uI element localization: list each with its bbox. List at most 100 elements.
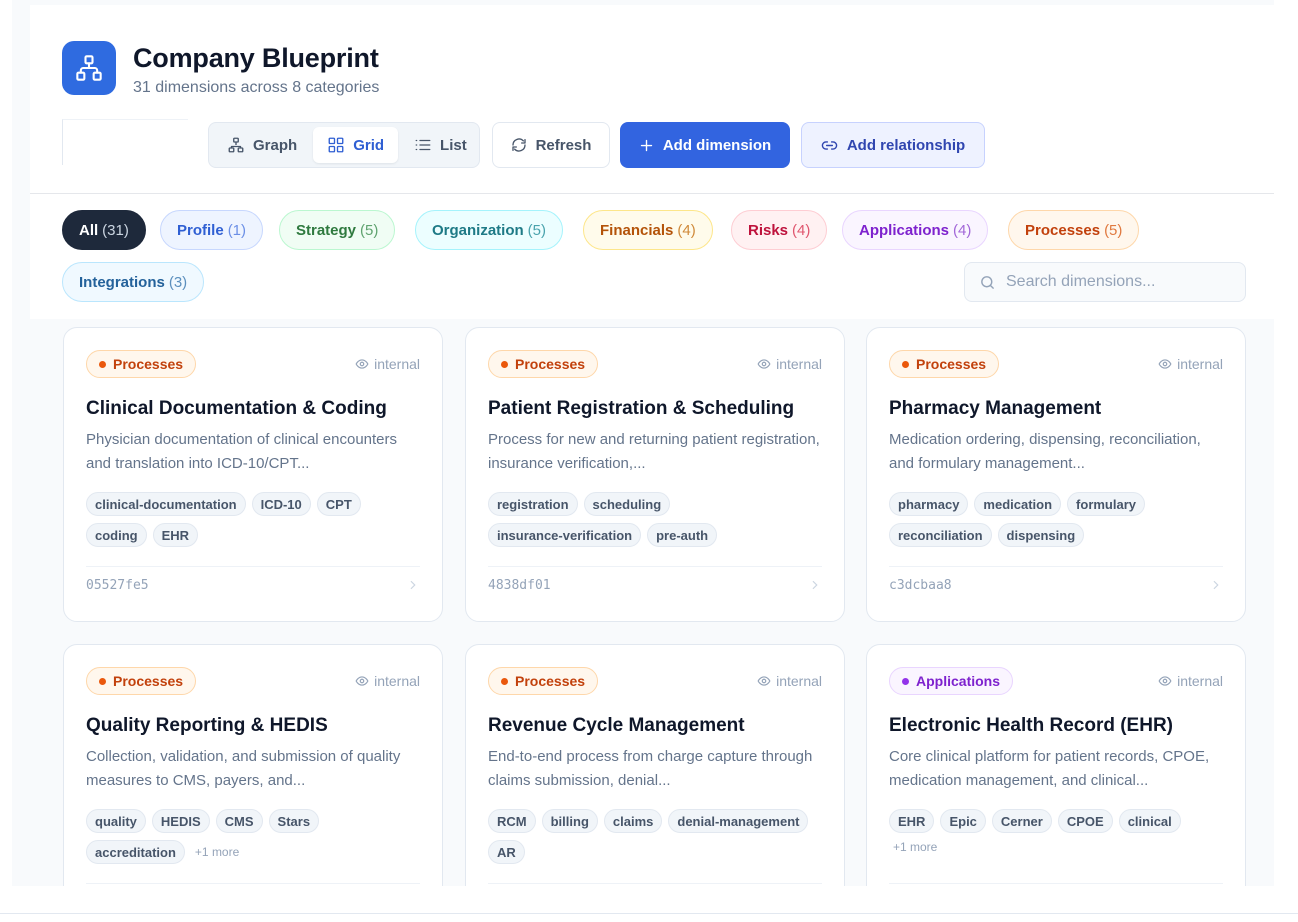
more-tags-label[interactable]: +1 more bbox=[889, 840, 937, 854]
filter-chip-processes[interactable]: Processes (5) bbox=[1008, 210, 1140, 250]
tag-list: registration scheduling insurance-verifica… bbox=[488, 492, 824, 547]
more-tags-label[interactable]: +1 more bbox=[191, 845, 239, 859]
eye-icon bbox=[1158, 676, 1172, 686]
tag: pharmacy bbox=[889, 492, 969, 516]
card-divider bbox=[488, 883, 822, 884]
category-label: Processes bbox=[515, 356, 586, 372]
tag: claims bbox=[603, 809, 663, 833]
tag: medication bbox=[974, 492, 1062, 516]
tag: AR bbox=[488, 840, 525, 864]
card-description: Core clinical platform for patient recor… bbox=[889, 748, 1210, 789]
refresh-button[interactable]: Refresh bbox=[492, 122, 610, 168]
filter-chip-profile[interactable]: Profile (1) bbox=[160, 210, 264, 250]
filter-chip-organization[interactable]: Organization (5) bbox=[415, 210, 564, 250]
header-divider bbox=[30, 193, 1274, 194]
filter-chip-label: Risks bbox=[748, 221, 789, 239]
tag-list: EHR Epic Cerner CPOE clinical +1 more bbox=[889, 809, 1225, 854]
tag: pre-auth bbox=[647, 523, 718, 547]
visibility-indicator: internal bbox=[355, 673, 420, 689]
card-title: Revenue Cycle Management bbox=[488, 715, 745, 736]
visibility-indicator: internal bbox=[1158, 356, 1223, 372]
add-relationship-button[interactable]: Add relationship bbox=[801, 122, 985, 168]
category-label: Processes bbox=[113, 673, 184, 689]
tag: Stars bbox=[268, 809, 320, 833]
category-label: Processes bbox=[916, 356, 987, 372]
card-divider bbox=[86, 883, 420, 884]
dimension-card[interactable]: Processes internal Clinical Documentatio… bbox=[63, 327, 443, 622]
card-id: c3dcbaa8 bbox=[889, 578, 952, 593]
card-description: Physician documentation of clinical enco… bbox=[86, 431, 398, 472]
refresh-label: Refresh bbox=[535, 136, 592, 154]
card-title: Quality Reporting & HEDIS bbox=[86, 715, 328, 736]
view-graph-button[interactable]: Graph bbox=[213, 127, 311, 163]
filter-chip-all[interactable]: All (31) bbox=[62, 210, 146, 250]
tag: accreditation bbox=[86, 840, 185, 864]
tag: EHR bbox=[152, 523, 199, 547]
filter-chip-label: All bbox=[79, 221, 99, 239]
visibility-label: internal bbox=[374, 673, 420, 689]
category-badge: Processes bbox=[488, 667, 599, 695]
filter-chip-count: (31) bbox=[102, 221, 129, 239]
category-dot-icon bbox=[902, 360, 909, 368]
view-graph-label: Graph bbox=[253, 136, 298, 154]
search-input[interactable] bbox=[1006, 273, 1226, 291]
filter-chip-count: (5) bbox=[527, 221, 547, 239]
view-toggle: Graph Grid List bbox=[208, 122, 480, 168]
chevron-right-icon[interactable] bbox=[406, 578, 420, 596]
dimension-card[interactable]: Applications internal Electronic Health … bbox=[866, 644, 1246, 886]
filter-chip-financials[interactable]: Financials (4) bbox=[583, 210, 713, 250]
tag-list: clinical-documentation ICD-10 CPT coding EHR bbox=[86, 492, 422, 547]
filter-chip-risks[interactable]: Risks (4) bbox=[731, 210, 828, 250]
search-box bbox=[964, 262, 1246, 302]
tag-list: pharmacy medication formulary reconciliatio… bbox=[889, 492, 1225, 547]
category-dot-icon bbox=[501, 677, 508, 685]
dimension-card[interactable]: Processes internal Pharmacy Management M… bbox=[866, 327, 1246, 622]
card-id: 05527fe5 bbox=[86, 578, 149, 593]
tag: HEDIS bbox=[151, 809, 210, 833]
tag: registration bbox=[488, 492, 578, 516]
visibility-label: internal bbox=[1177, 673, 1223, 689]
tag: reconciliation bbox=[889, 523, 992, 547]
list-icon bbox=[415, 139, 431, 151]
add-dimension-button[interactable]: Add dimension bbox=[620, 122, 790, 168]
card-divider bbox=[889, 566, 1223, 567]
chevron-right-icon[interactable] bbox=[808, 578, 822, 596]
tag: coding bbox=[86, 523, 147, 547]
view-grid-button[interactable]: Grid bbox=[313, 127, 399, 163]
visibility-indicator: internal bbox=[1158, 673, 1223, 689]
tag-list: RCM billing claims denial-management AR bbox=[488, 809, 824, 864]
view-list-button[interactable]: List bbox=[400, 127, 481, 163]
dimension-card[interactable]: Processes internal Quality Reporting & H… bbox=[63, 644, 443, 886]
page-title: Company Blueprint bbox=[133, 43, 379, 73]
card-divider bbox=[488, 566, 822, 567]
category-label: Processes bbox=[113, 356, 184, 372]
collapsed-panel-stub bbox=[62, 119, 188, 165]
filter-chip-integrations[interactable]: Integrations (3) bbox=[62, 262, 205, 302]
dimension-card[interactable]: Processes internal Patient Registration … bbox=[465, 327, 845, 622]
eye-icon bbox=[757, 359, 771, 369]
filter-chip-count: (5) bbox=[1104, 221, 1123, 239]
filter-chip-applications[interactable]: Applications (4) bbox=[842, 210, 989, 250]
search-icon bbox=[981, 275, 994, 289]
category-badge: Processes bbox=[86, 350, 197, 378]
tag: CPOE bbox=[1057, 809, 1113, 833]
filter-chip-count: (1) bbox=[227, 221, 247, 239]
chevron-right-icon[interactable] bbox=[1209, 578, 1223, 596]
category-badge: Applications bbox=[889, 667, 1014, 695]
tag: EHR bbox=[889, 809, 935, 833]
card-description: Collection, validation, and submission o… bbox=[86, 748, 401, 789]
eye-icon bbox=[355, 359, 369, 369]
filter-chip-strategy[interactable]: Strategy (5) bbox=[279, 210, 396, 250]
filter-chip-label: Financials bbox=[600, 221, 674, 239]
eye-icon bbox=[355, 676, 369, 686]
card-divider bbox=[889, 883, 1223, 884]
filter-chip-label: Applications bbox=[859, 221, 950, 239]
dimension-card[interactable]: Processes internal Revenue Cycle Managem… bbox=[465, 644, 845, 886]
card-title: Pharmacy Management bbox=[889, 398, 1102, 419]
tag: Cerner bbox=[991, 809, 1052, 833]
page-subtitle: 31 dimensions across 8 categories bbox=[133, 79, 380, 96]
tag: Epic bbox=[940, 809, 986, 833]
visibility-indicator: internal bbox=[757, 673, 822, 689]
visibility-label: internal bbox=[776, 673, 822, 689]
visibility-label: internal bbox=[1177, 356, 1223, 372]
